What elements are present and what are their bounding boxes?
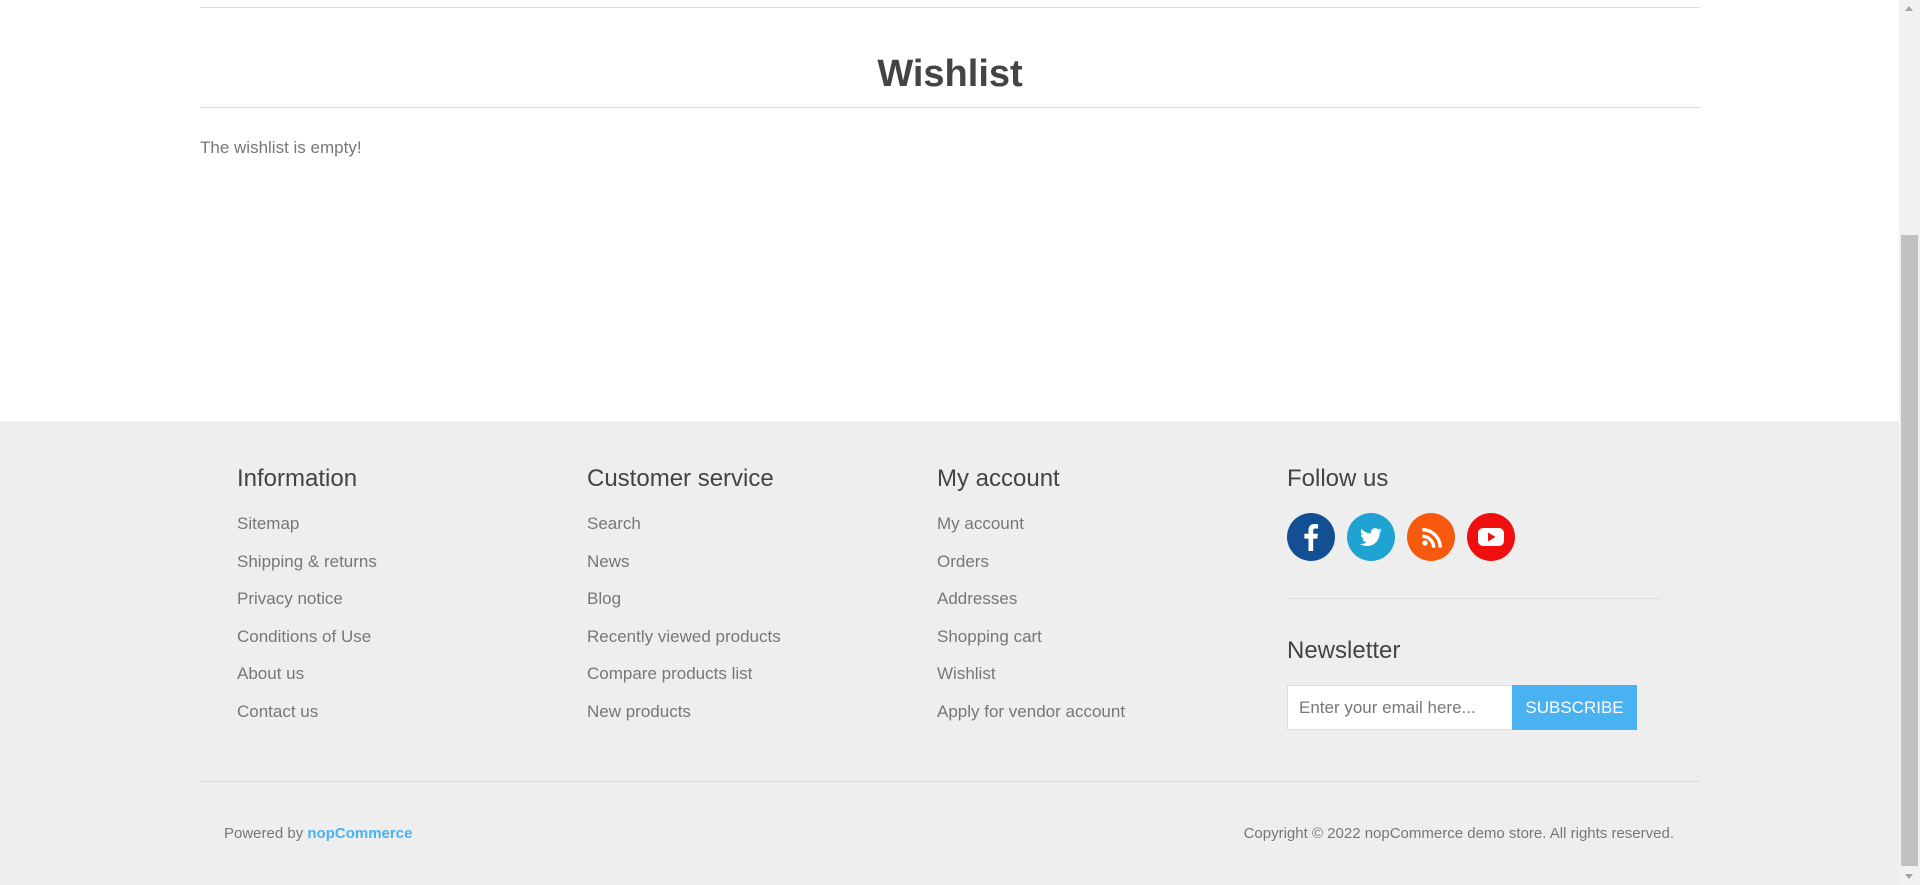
footer-information-heading: Information [237,465,358,492]
footer-link-contact-us[interactable]: Contact us [237,701,377,723]
footer-link-wishlist[interactable]: Wishlist [937,663,1125,685]
divider [200,107,1700,108]
footer-link-shopping-cart[interactable]: Shopping cart [937,626,1125,648]
twitter-icon[interactable] [1347,513,1395,561]
footer-link-shipping-returns[interactable]: Shipping & returns [237,551,377,573]
footer-link-search[interactable]: Search [587,513,781,535]
scroll-up-arrow-icon[interactable] [1899,0,1920,17]
powered-by: Powered by nopCommerce [224,824,412,844]
powered-by-label: Powered by [224,825,304,842]
footer-follow-us: Follow us Newsletter Enter your email he… [1287,462,1661,730]
footer-customer-service-list: Search News Blog Recently viewed product… [587,513,781,723]
footer: Information Sitemap Shipping & returns P… [0,421,1899,885]
footer-link-my-account[interactable]: My account [937,513,1125,535]
footer-link-new-products[interactable]: New products [587,701,781,723]
footer-link-conditions-of-use[interactable]: Conditions of Use [237,626,377,648]
footer-information: Information Sitemap Shipping & returns P… [237,462,377,739]
footer-link-privacy-notice[interactable]: Privacy notice [237,588,377,610]
footer-link-orders[interactable]: Orders [937,551,1125,573]
footer-information-list: Sitemap Shipping & returns Privacy notic… [237,513,377,723]
footer-link-apply-vendor[interactable]: Apply for vendor account [937,701,1125,723]
subscribe-button[interactable]: Subscribe [1512,685,1637,730]
footer-link-about-us[interactable]: About us [237,663,377,685]
youtube-icon[interactable] [1467,513,1515,561]
social-links [1287,513,1661,561]
page: Wishlist The wishlist is empty! Informat… [0,0,1920,885]
footer-link-recently-viewed[interactable]: Recently viewed products [587,626,781,648]
footer-link-news[interactable]: News [587,551,781,573]
footer-customer-service: Customer service Search News Blog Recent… [587,462,781,739]
page-title: Wishlist [877,53,1023,95]
scroll-down-arrow-icon[interactable] [1899,868,1920,885]
divider [200,7,1700,8]
footer-follow-us-heading: Follow us [1287,465,1389,492]
footer-customer-service-heading: Customer service [587,465,774,492]
newsletter-heading: Newsletter [1287,637,1401,664]
footer-link-addresses[interactable]: Addresses [937,588,1125,610]
rss-icon[interactable] [1407,513,1455,561]
divider [200,781,1700,782]
footer-my-account-list: My account Orders Addresses Shopping car… [937,513,1125,723]
footer-my-account: My account My account Orders Addresses S… [937,462,1125,739]
newsletter-form: Subscribe [1287,685,1661,730]
wishlist-empty-message: The wishlist is empty! [200,138,362,157]
footer-link-compare-products[interactable]: Compare products list [587,663,781,685]
nopcommerce-link[interactable]: nopCommerce [307,825,412,842]
facebook-icon[interactable] [1287,513,1335,561]
newsletter-email-input[interactable] [1287,685,1512,730]
footer-link-blog[interactable]: Blog [587,588,781,610]
vertical-scrollbar[interactable] [1899,0,1920,885]
footer-my-account-heading: My account [937,465,1060,492]
copyright: Copyright © 2022 nopCommerce demo store.… [1243,825,1674,842]
main-content: Wishlist The wishlist is empty! [0,0,1899,421]
scrollbar-thumb[interactable] [1901,235,1918,866]
footer-link-sitemap[interactable]: Sitemap [237,513,377,535]
divider [1287,598,1661,599]
